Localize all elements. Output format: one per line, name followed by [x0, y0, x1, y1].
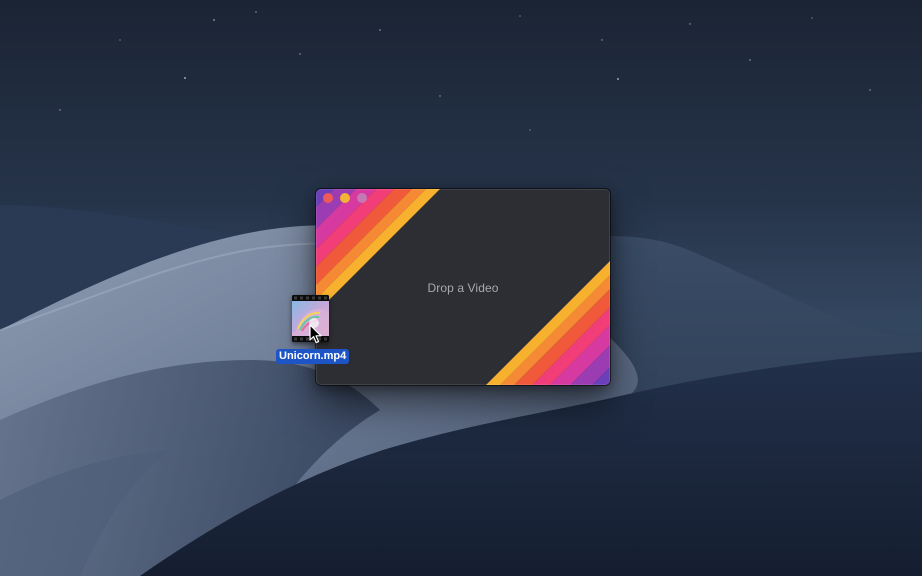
close-button[interactable] [323, 193, 333, 203]
minimize-button[interactable] [340, 193, 350, 203]
window-controls [323, 193, 367, 203]
video-file-icon [292, 295, 329, 342]
zoom-button[interactable] [357, 193, 367, 203]
app-window: Drop a Video [316, 189, 610, 385]
drop-zone-prompt[interactable]: Drop a Video [316, 281, 610, 295]
dragged-video-file[interactable]: Unicorn.mp4 [276, 295, 350, 365]
desktop: Drop a Video Unicorn.mp4 [0, 0, 922, 576]
file-name-label: Unicorn.mp4 [276, 349, 350, 364]
